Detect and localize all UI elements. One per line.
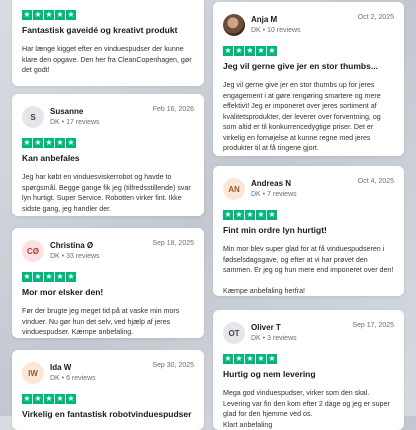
star-icon: ★ — [55, 394, 65, 404]
review-title[interactable]: Hurtig og nem levering — [223, 369, 394, 380]
star-icon: ★ — [223, 46, 233, 56]
star-rating: ★ ★ ★ ★ ★ — [22, 272, 194, 282]
star-icon: ★ — [33, 138, 43, 148]
star-icon: ★ — [33, 394, 43, 404]
reviewer-meta: DK • 7 reviews — [251, 191, 297, 198]
review-body: Jeg vil gerne give jer en stor thumbs up… — [223, 81, 381, 152]
star-icon: ★ — [223, 354, 233, 364]
reviewer-name[interactable]: Andreas N — [251, 178, 358, 189]
star-icon: ★ — [234, 46, 244, 56]
star-icon: ★ — [245, 210, 255, 220]
avatar: AN — [223, 178, 245, 200]
star-rating: ★ ★ ★ ★ ★ — [22, 10, 194, 20]
review-body: Har længe kigget efter en vinduespudser … — [22, 45, 192, 74]
reviewer-header: AN Andreas N DK • 7 reviews Oct 4, 2025 — [223, 174, 394, 204]
review-body: Før der brugte jeg meget tid på at vaske… — [22, 307, 180, 336]
star-icon: ★ — [55, 10, 65, 20]
review-date: Sep 18, 2025 — [152, 240, 194, 247]
reviewer-meta: DK • 17 reviews — [50, 119, 100, 126]
reviewer-header: IW Ida W DK • 6 reviews Sep 30, 2025 — [22, 358, 194, 388]
review-card[interactable]: CØ Christina Ø DK • 33 reviews Sep 18, 2… — [12, 228, 204, 338]
star-icon: ★ — [267, 354, 277, 364]
review-date: Sep 30, 2025 — [152, 362, 194, 369]
star-icon: ★ — [44, 272, 54, 282]
star-icon: ★ — [267, 46, 277, 56]
star-icon: ★ — [22, 10, 32, 20]
review-card[interactable]: S Susanne DK • 17 reviews Feb 16, 2026 ★… — [12, 94, 204, 216]
review-card[interactable]: Anja M DK • 10 reviews Oct 2, 2025 ★ ★ ★ ★ ★… — [213, 2, 404, 156]
reviewer-meta: DK • 6 reviews — [50, 375, 96, 382]
star-rating: ★ ★ ★ ★ ★ — [223, 354, 394, 364]
star-icon: ★ — [33, 272, 43, 282]
star-icon: ★ — [66, 272, 76, 282]
star-icon: ★ — [22, 394, 32, 404]
reviewer-meta: DK • 10 reviews — [251, 27, 301, 34]
review-title[interactable]: Mor mor elsker den! — [22, 287, 194, 298]
star-icon: ★ — [44, 10, 54, 20]
review-body: Jeg har købt en vinduesviskerrobot og ha… — [22, 173, 191, 213]
avatar-photo — [223, 14, 245, 36]
review-card[interactable]: ★ ★ ★ ★ ★ Fantastisk gaveidé og kreativt pro… — [12, 0, 204, 86]
review-title[interactable]: Kan anbefales — [22, 153, 194, 164]
star-icon: ★ — [22, 138, 32, 148]
reviewer-header: CØ Christina Ø DK • 33 reviews Sep 18, 2… — [22, 236, 194, 266]
reviewer-name[interactable]: Anja M — [251, 14, 358, 25]
review-body: Min mor blev super glad for at få vindue… — [223, 245, 394, 295]
review-date: Oct 2, 2025 — [357, 14, 394, 21]
reviewer-name[interactable]: Ida W — [50, 362, 152, 373]
star-icon: ★ — [55, 272, 65, 282]
star-icon: ★ — [33, 10, 43, 20]
reviewer-name[interactable]: Christina Ø — [50, 240, 152, 251]
review-title[interactable]: Fantastisk gaveidé og kreativt produkt — [22, 25, 194, 36]
star-icon: ★ — [66, 138, 76, 148]
star-icon: ★ — [22, 272, 32, 282]
review-date: Oct 4, 2025 — [357, 178, 394, 185]
star-icon: ★ — [66, 10, 76, 20]
review-card[interactable]: AN Andreas N DK • 7 reviews Oct 4, 2025 … — [213, 166, 404, 296]
star-icon: ★ — [66, 394, 76, 404]
reviewer-header: OT Oliver T DK • 3 reviews Sep 17, 2025 — [223, 318, 394, 348]
review-title[interactable]: Jeg vil gerne give jer en stor thumbs... — [223, 61, 394, 72]
reviewer-meta: DK • 33 reviews — [50, 253, 100, 260]
star-icon: ★ — [55, 138, 65, 148]
star-icon: ★ — [267, 210, 277, 220]
review-date: Feb 16, 2026 — [152, 106, 194, 113]
review-title[interactable]: Fint min ordre lyn hurtigt! — [223, 225, 394, 236]
star-icon: ★ — [256, 354, 266, 364]
review-title[interactable]: Virkelig en fantastisk robotvinduespudse… — [22, 409, 194, 420]
avatar: S — [22, 106, 44, 128]
review-card[interactable]: IW Ida W DK • 6 reviews Sep 30, 2025 ★ ★ ★… — [12, 350, 204, 430]
review-card[interactable]: OT Oliver T DK • 3 reviews Sep 17, 2025 … — [213, 310, 404, 430]
star-icon: ★ — [245, 46, 255, 56]
star-icon: ★ — [223, 210, 233, 220]
star-rating: ★ ★ ★ ★ ★ — [22, 394, 194, 404]
star-rating: ★ ★ ★ ★ ★ — [223, 210, 394, 220]
star-icon: ★ — [256, 46, 266, 56]
review-body: Mega god vinduespudser, virker som den s… — [223, 389, 390, 429]
star-icon: ★ — [256, 210, 266, 220]
star-rating: ★ ★ ★ ★ ★ — [223, 46, 394, 56]
reviewer-header: Anja M DK • 10 reviews Oct 2, 2025 — [223, 10, 394, 40]
star-icon: ★ — [245, 354, 255, 364]
reviewer-header: S Susanne DK • 17 reviews Feb 16, 2026 — [22, 102, 194, 132]
reviewer-name[interactable]: Susanne — [50, 106, 153, 117]
avatar: OT — [223, 322, 245, 344]
reviewer-meta: DK • 3 reviews — [251, 335, 297, 342]
star-icon: ★ — [44, 394, 54, 404]
star-icon: ★ — [44, 138, 54, 148]
avatar: CØ — [22, 240, 44, 262]
star-icon: ★ — [234, 354, 244, 364]
star-icon: ★ — [234, 210, 244, 220]
star-rating: ★ ★ ★ ★ ★ — [22, 138, 194, 148]
review-date: Sep 17, 2025 — [352, 322, 394, 329]
reviewer-name[interactable]: Oliver T — [251, 322, 352, 333]
avatar: IW — [22, 362, 44, 384]
